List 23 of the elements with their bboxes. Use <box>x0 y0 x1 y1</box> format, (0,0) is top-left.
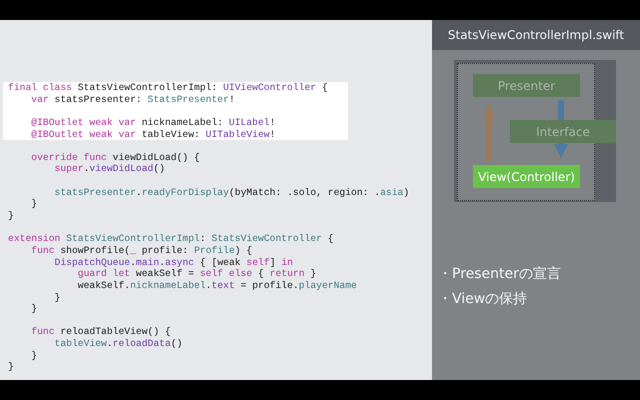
code-line: } <box>7 210 15 222</box>
code-line: } <box>54 292 62 304</box>
code-line: func showProfile(_ profile: Profile) { <box>30 244 254 257</box>
view-controller-box: View(Controller) <box>473 165 580 188</box>
interface-box: Interface <box>510 120 616 143</box>
code-line: DispatchQueue.main.async { [weak self] in <box>54 256 294 268</box>
code-line: } <box>30 198 38 210</box>
code-line: guard let weakSelf = self else { return } <box>76 268 318 280</box>
bullet-point: ・Viewの保持 <box>438 290 528 309</box>
code-line: tableView.reloadData() <box>54 338 184 350</box>
code-line: override func viewDidLoad() { <box>30 152 201 164</box>
code-line: extension StatsViewControllerImpl: StatsViewController { <box>7 233 335 245</box>
up-arrow <box>482 104 496 162</box>
code-line: func reloadTableView() { <box>30 326 172 338</box>
code-line: } <box>30 350 38 362</box>
code-line: super.viewDidLoad() <box>54 163 166 176</box>
code-line: statsPresenter.readyForDisplay(byMatch: .solo, region: .asia) <box>54 186 410 198</box>
file-title: StatsViewControllerImpl.swift <box>432 20 640 50</box>
presenter-box: Presenter <box>473 74 580 97</box>
code-line: } <box>30 303 38 315</box>
bullet-point: ・Presenterの宣言 <box>438 265 562 284</box>
code-line: } <box>7 361 15 374</box>
code-line: weakSelf.nicknameLabel.text = profile.playerName <box>76 280 357 292</box>
